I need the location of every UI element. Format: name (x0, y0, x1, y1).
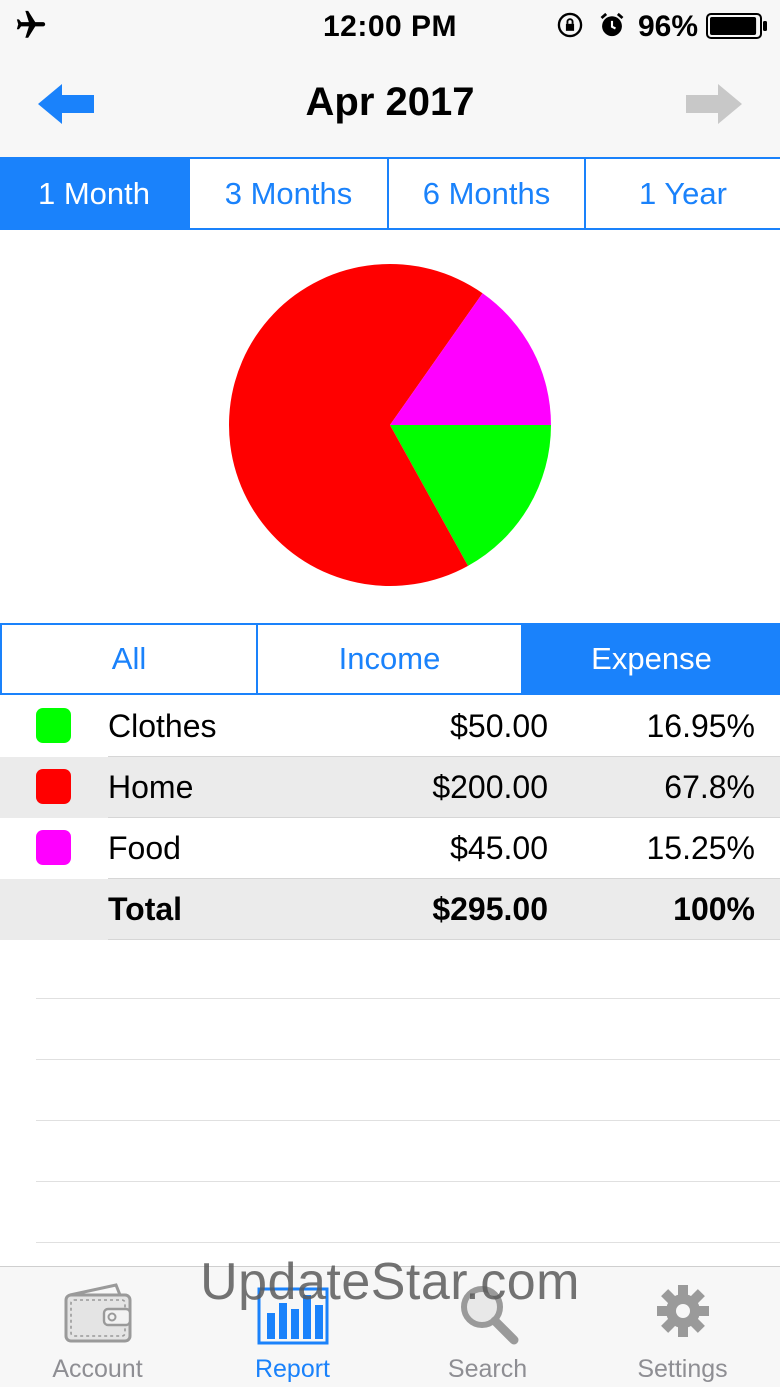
empty-row (36, 1121, 780, 1182)
period-segmented-control: 1 Month 3 Months 6 Months 1 Year (0, 157, 780, 230)
status-bar: 12:00 PM 96% (0, 0, 780, 52)
table-row[interactable]: Food $45.00 15.25% (0, 818, 780, 879)
total-row: Total $295.00 100% (0, 879, 780, 940)
tab-label: Report (254, 1355, 331, 1383)
total-label: Total (108, 891, 183, 927)
category-percent: 67.8% (664, 769, 755, 805)
segment-1-month[interactable]: 1 Month (0, 159, 190, 228)
table-row[interactable]: Home $200.00 67.8% (0, 757, 780, 818)
category-name: Clothes (108, 708, 217, 744)
tab-account[interactable]: Account (0, 1267, 195, 1387)
alarm-icon (600, 12, 624, 37)
empty-row (36, 999, 780, 1060)
category-table: Clothes $50.00 16.95% Home $200.00 67.8%… (0, 696, 780, 940)
segment-income[interactable]: Income (258, 625, 523, 693)
segment-all[interactable]: All (2, 625, 258, 693)
category-name: Home (108, 769, 194, 805)
segment-3-months[interactable]: 3 Months (190, 159, 389, 228)
type-segmented-control: All Income Expense (0, 623, 780, 695)
category-name: Food (108, 830, 181, 866)
total-amount: $295.00 (432, 891, 548, 927)
segment-expense[interactable]: Expense (523, 625, 780, 693)
tab-settings[interactable]: Settings (585, 1267, 780, 1387)
color-swatch (36, 769, 71, 804)
tab-report[interactable]: Report (195, 1267, 390, 1387)
category-amount: $200.00 (432, 769, 548, 805)
tab-label: Search (447, 1355, 528, 1383)
empty-row (36, 1060, 780, 1121)
tab-search[interactable]: Search (390, 1267, 585, 1387)
battery-icon (706, 13, 767, 39)
tab-label: Account (52, 1355, 143, 1383)
rotation-lock-icon (557, 12, 583, 38)
gear-icon (657, 1285, 709, 1337)
arrow-right-icon[interactable] (684, 82, 744, 126)
tab-label: Settings (637, 1355, 728, 1383)
empty-row (36, 938, 780, 999)
page-title: Apr 2017 (305, 80, 475, 124)
battery-percent: 96% (638, 10, 699, 43)
total-percent: 100% (673, 891, 755, 927)
bar-chart-icon (257, 1287, 329, 1345)
category-percent: 15.25% (646, 830, 755, 866)
segment-6-months[interactable]: 6 Months (389, 159, 586, 228)
category-percent: 16.95% (646, 708, 755, 744)
category-amount: $45.00 (450, 830, 548, 866)
empty-row (36, 1182, 780, 1243)
empty-table-lines (36, 938, 780, 1243)
wallet-icon (64, 1283, 132, 1343)
color-swatch (36, 830, 71, 865)
table-row[interactable]: Clothes $50.00 16.95% (0, 696, 780, 757)
color-swatch (36, 708, 71, 743)
tab-bar: Account Report Search Settings (0, 1266, 780, 1387)
segment-1-year[interactable]: 1 Year (586, 159, 780, 228)
magnifier-icon (461, 1286, 519, 1345)
category-amount: $50.00 (450, 708, 548, 744)
expense-pie-chart (229, 263, 551, 586)
navigation-bar: Apr 2017 (0, 52, 780, 158)
